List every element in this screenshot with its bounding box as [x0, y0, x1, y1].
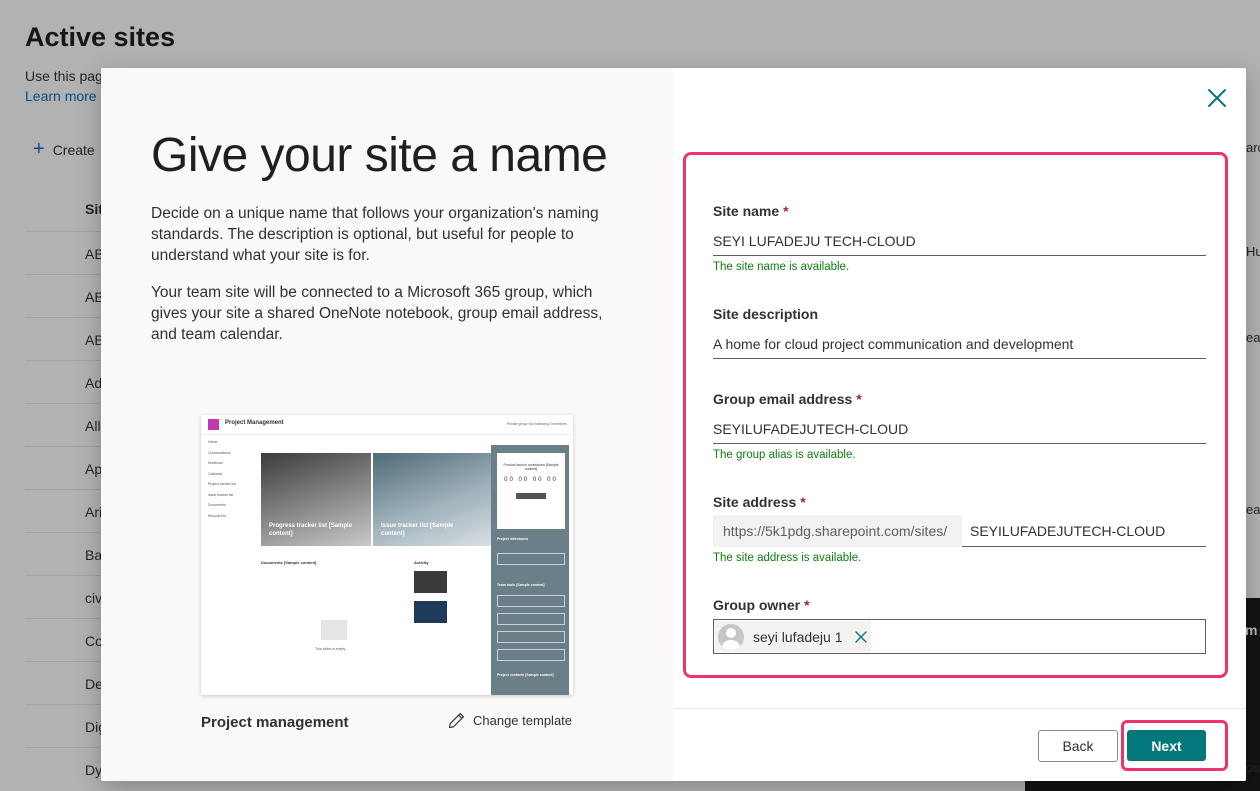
preview-activity: Activity	[414, 560, 429, 565]
create-site-dialog: Give your site a name Decide on a unique…	[101, 68, 1246, 781]
site-logo-icon	[208, 419, 219, 430]
required-mark: *	[856, 391, 862, 407]
group-owner-label: Group owner *	[713, 597, 810, 613]
site-name-status: The site name is available.	[713, 261, 850, 273]
dialog-info-panel: Give your site a name Decide on a unique…	[101, 68, 673, 781]
template-preview: Project Management Private group Not fol…	[201, 415, 573, 695]
site-name-label: Site name *	[713, 203, 789, 219]
dialog-heading: Give your site a name	[151, 129, 608, 182]
back-button[interactable]: Back	[1038, 730, 1118, 762]
site-name-input[interactable]: SEYI LUFADEJU TECH-CLOUD	[713, 226, 1206, 256]
preview-site-title: Project Management	[225, 420, 284, 426]
group-email-label: Group email address *	[713, 391, 862, 407]
dialog-group-info: Your team site will be connected to a Mi…	[151, 284, 603, 343]
preview-header-meta: Private group Not following 3 members	[506, 422, 567, 426]
dialog-form-panel: Site name * SEYI LUFADEJU TECH-CLOUD The …	[673, 68, 1246, 781]
change-template-label: Change template	[473, 713, 573, 728]
group-email-status: The group alias is available.	[713, 449, 856, 461]
preview-hero-image: Issue tracker list [Sample content]	[373, 453, 491, 546]
required-mark: *	[800, 494, 806, 510]
owner-name: seyi lufadeju 1	[753, 628, 843, 645]
owner-chip: seyi lufadeju 1	[715, 621, 871, 652]
preview-nav: Home Conversations Notebook Calendar Pro…	[208, 440, 236, 518]
close-icon[interactable]	[1203, 84, 1231, 112]
group-owner-picker[interactable]: seyi lufadeju 1	[713, 619, 1206, 654]
footer-divider	[673, 708, 1246, 709]
site-description-input[interactable]: A home for cloud project communication a…	[713, 329, 1206, 359]
preview-documents: Documents [Sample content]	[261, 560, 317, 565]
avatar	[718, 623, 744, 650]
dialog-description: Decide on a unique name that follows you…	[151, 205, 599, 264]
preview-countdown: Product launch countdown [Sample content…	[497, 453, 565, 529]
next-button[interactable]: Next	[1127, 730, 1206, 761]
required-mark: *	[804, 597, 810, 613]
site-address-label: Site address *	[713, 494, 806, 510]
site-address-prefix: https://5k1pdg.sharepoint.com/sites/	[713, 515, 962, 547]
change-template-button[interactable]: Change template	[448, 712, 572, 729]
site-description-label: Site description	[713, 306, 819, 322]
required-mark: *	[783, 203, 789, 219]
site-address-status: The site address is available.	[713, 552, 862, 564]
template-name: Project management	[201, 714, 349, 731]
pencil-icon	[449, 713, 464, 728]
group-email-input[interactable]: SEYILUFADEJUTECH-CLOUD	[713, 414, 1206, 444]
preview-header: Project Management Private group Not fol…	[201, 415, 573, 435]
site-address-input[interactable]: SEYILUFADEJUTECH-CLOUD	[962, 515, 1206, 547]
remove-owner-icon[interactable]	[854, 630, 868, 644]
preview-hero-image: Progress tracker list [Sample content]	[261, 453, 371, 546]
folder-icon	[321, 620, 347, 640]
